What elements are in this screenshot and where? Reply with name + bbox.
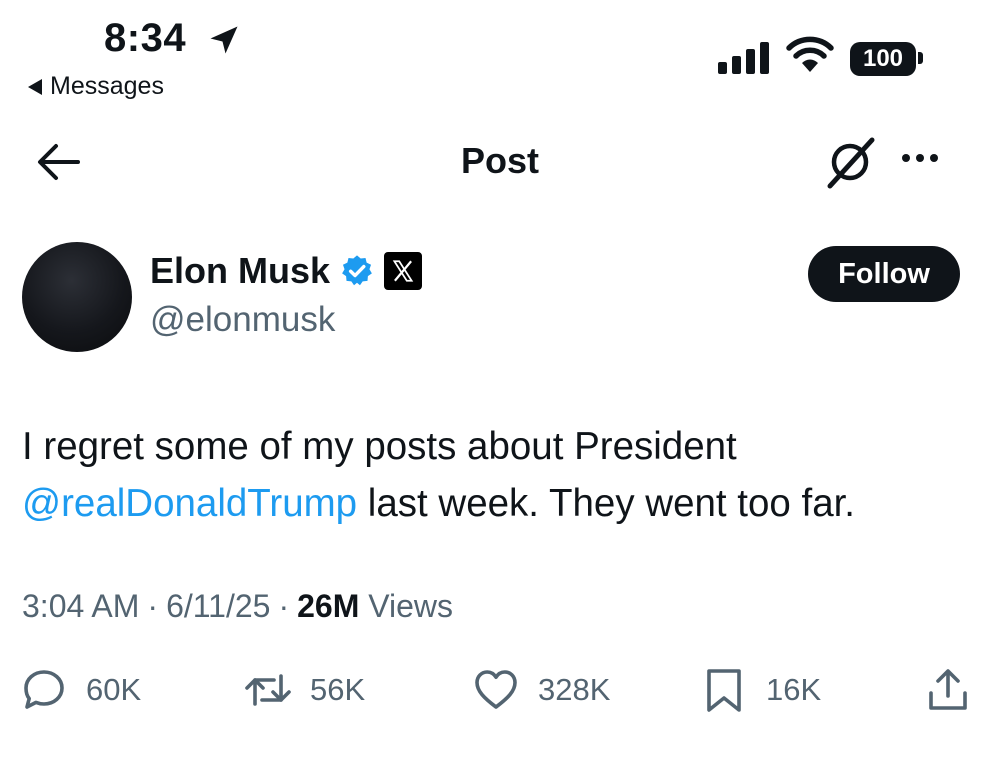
more-options-icon[interactable]: [902, 154, 938, 162]
post-date[interactable]: 6/11/25: [166, 588, 270, 625]
share-icon: [929, 669, 967, 710]
author-name-row: Elon Musk: [150, 250, 423, 292]
author-name[interactable]: Elon Musk: [150, 250, 330, 292]
battery-tip: [918, 52, 923, 64]
share-button[interactable]: [924, 666, 972, 714]
post-meta: 3:04 AM · 6/11/25 · 26M Views: [22, 588, 453, 625]
back-app-label: Messages: [50, 72, 164, 100]
bookmark-count: 16K: [766, 672, 822, 707]
author-handle[interactable]: @elonmusk: [150, 300, 335, 340]
like-count: 328K: [538, 672, 611, 707]
battery-indicator: 100: [850, 42, 916, 76]
post-text: I regret some of my posts about Presiden…: [22, 418, 982, 532]
reply-button[interactable]: 60K: [20, 666, 141, 714]
post-text-line2: last week. They went too far.: [357, 482, 855, 525]
repost-button[interactable]: 56K: [244, 666, 365, 714]
grok-icon[interactable]: [822, 134, 878, 190]
views-count[interactable]: 26M: [297, 588, 359, 624]
mention-link[interactable]: @realDonaldTrump: [22, 482, 357, 525]
like-button[interactable]: 328K: [472, 666, 610, 714]
views-label: Views: [368, 588, 454, 624]
x-logo-icon: [384, 252, 423, 290]
location-arrow-icon: [210, 26, 238, 54]
back-to-messages[interactable]: Messages: [28, 72, 164, 101]
bookmark-icon: [707, 669, 741, 712]
status-time: 8:34: [104, 16, 187, 60]
verified-badge-icon: [342, 255, 372, 286]
reply-icon: [24, 670, 64, 709]
post-text-line1: I regret some of my posts about Presiden…: [22, 425, 737, 468]
follow-button[interactable]: Follow: [808, 246, 960, 302]
repost-count: 56K: [310, 672, 366, 707]
reply-count: 60K: [86, 672, 142, 707]
post-time[interactable]: 3:04 AM: [22, 588, 139, 625]
avatar[interactable]: [22, 242, 132, 352]
back-triangle-icon: [28, 78, 42, 95]
wifi-icon: [786, 36, 834, 72]
heart-icon: [475, 670, 517, 709]
meta-separator: ·: [147, 588, 159, 624]
meta-separator: ·: [278, 588, 290, 624]
cellular-signal-icon: [718, 40, 769, 74]
bookmark-button[interactable]: 16K: [700, 666, 821, 714]
repost-icon: [245, 674, 291, 706]
